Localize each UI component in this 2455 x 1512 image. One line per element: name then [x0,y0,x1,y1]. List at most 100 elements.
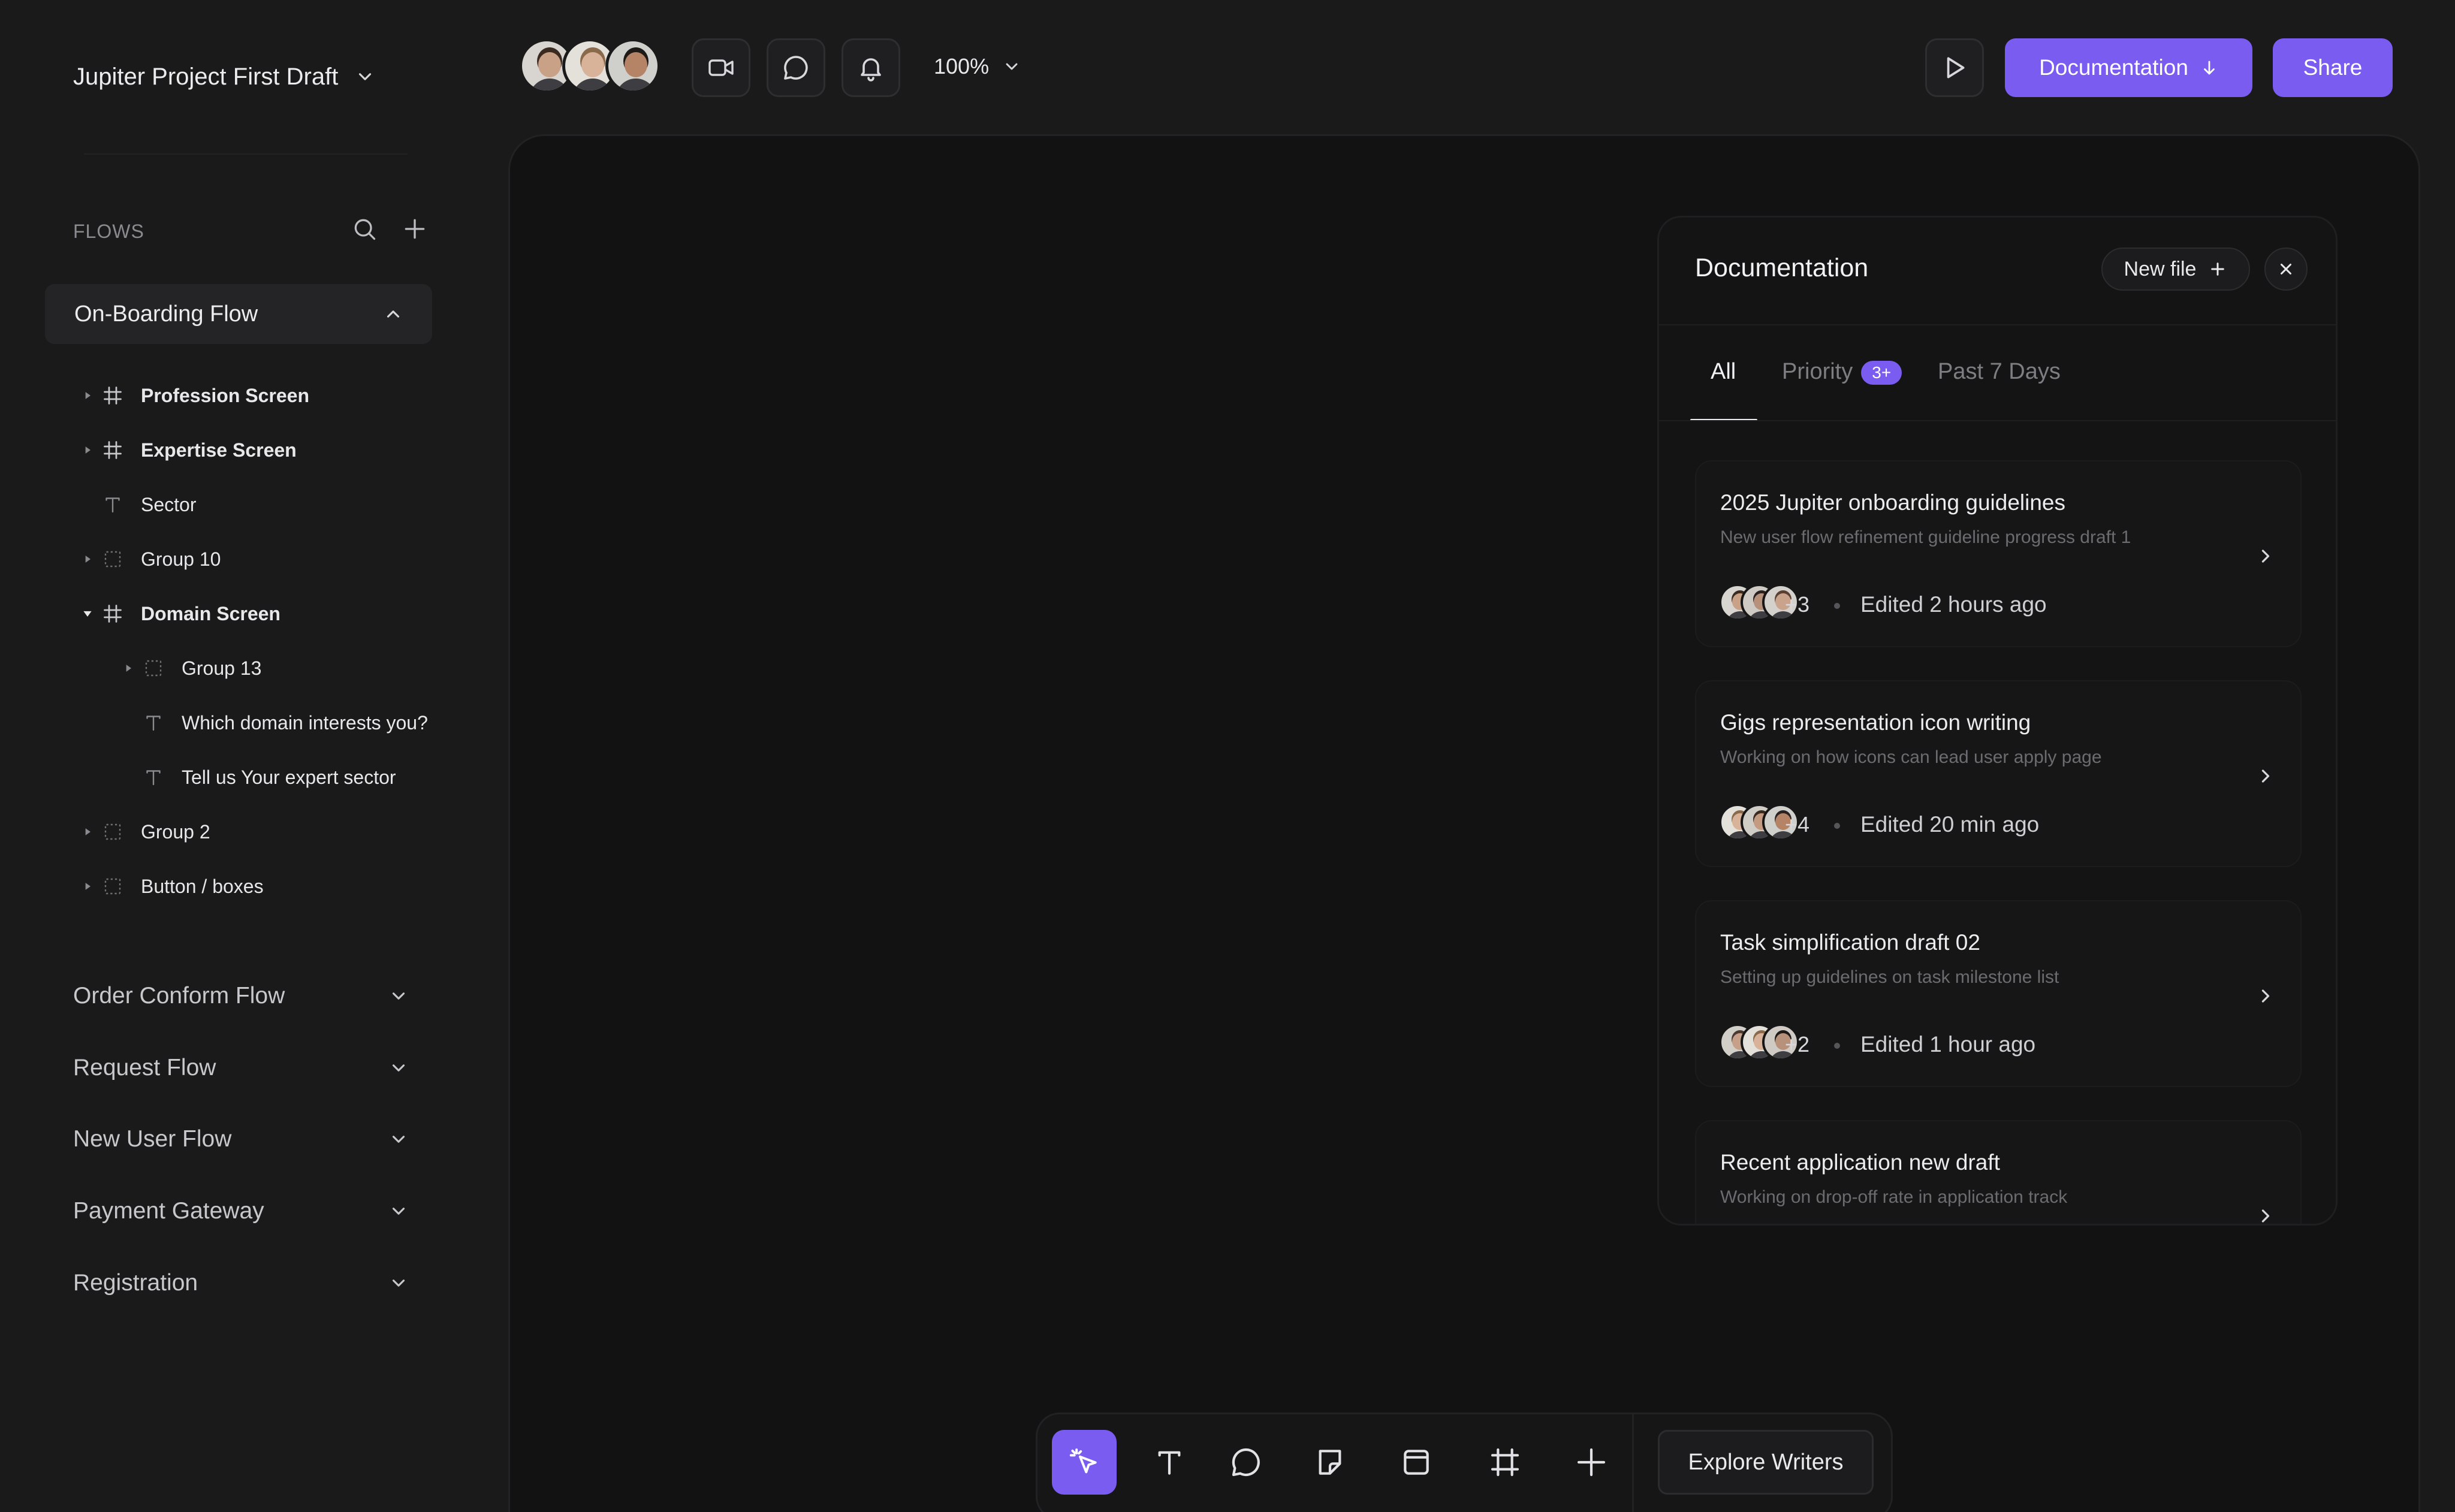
caret-right-icon[interactable] [82,553,94,565]
doc-contributors [1719,584,1799,621]
caret-down-icon[interactable] [82,608,94,620]
doc-card[interactable]: Gigs representation icon writing Working … [1695,680,2302,867]
tabs-divider [1659,420,2336,421]
layer-item[interactable]: Group 10 [78,541,450,577]
layer-item[interactable]: Group 2 [78,814,450,850]
layer-label: Profession Screen [141,385,309,406]
layer-label: Group 10 [141,548,221,570]
doc-card[interactable]: Task simplification draft 02 Setting up g… [1695,900,2302,1087]
plus-icon [2211,262,2225,276]
chevron-down-icon [359,73,372,80]
present-button[interactable] [1925,38,1984,97]
new-file-button[interactable]: New file [2101,248,2250,291]
layer-item[interactable]: Group 13 [78,650,450,686]
contributor-count: +4 [1785,812,1810,837]
documentation-button[interactable]: Documentation [2005,38,2252,97]
tab-priority-label: Priority [1782,359,1853,384]
layer-label: Group 2 [141,821,210,843]
select-tool[interactable] [1052,1430,1117,1495]
caret-right-icon[interactable] [82,826,94,838]
share-button-label: Share [2303,55,2363,80]
section-tool[interactable] [1384,1430,1449,1495]
layer-label: Domain Screen [141,603,281,624]
comments-button[interactable] [767,38,825,97]
chevron-down-icon [392,992,405,1000]
flow-item[interactable]: Order Conform Flow [73,978,409,1014]
text-tool-icon [1158,1451,1181,1475]
caret-right-icon[interactable] [82,880,94,892]
add-tool-icon [1577,1448,1606,1477]
chevron-right-icon [2261,1209,2270,1223]
avatar[interactable] [605,38,661,93]
layer-item[interactable]: Which domain interests you? [78,705,450,741]
notifications-button[interactable] [842,38,900,97]
doc-contributors [1719,804,1799,841]
separator-dot [1834,603,1840,609]
frame-tool-icon [1491,1448,1519,1477]
layer-item[interactable]: Expertise Screen [78,432,450,468]
layer-label: Expertise Screen [141,439,297,461]
zoom-level: 100% [934,54,990,79]
zoom-selector[interactable]: 100% [934,54,1021,79]
doc-subtitle: Working on drop-off rate in application … [1720,1187,2068,1207]
tab-priority[interactable]: Priority 3+ [1782,359,1902,385]
tab-all[interactable]: All [1711,359,1736,385]
contributor-count: +3 [1785,592,1810,617]
doc-subtitle: Working on how icons can lead user apply… [1720,747,2102,767]
layer-item[interactable]: Tell us Your expert sector [78,759,450,795]
sticky-note-tool[interactable] [1298,1430,1362,1495]
layer-item[interactable]: Sector [78,487,450,523]
layer-label: Tell us Your expert sector [182,766,396,788]
group-icon [143,657,164,679]
project-switcher[interactable]: Jupiter Project First Draft [73,58,375,96]
flow-label: Registration [73,1270,198,1296]
text-layer-icon [143,766,164,788]
separator-dot [1834,1043,1840,1049]
flows-actions [351,216,428,242]
add-tool[interactable] [1559,1430,1624,1495]
chevron-up-icon [387,310,400,318]
tab-past-7-days[interactable]: Past 7 Days [1938,359,2061,385]
bell-icon [861,58,881,82]
add-flow-icon[interactable] [402,216,428,242]
search-icon[interactable] [351,216,378,242]
doc-title: Task simplification draft 02 [1720,930,1980,955]
layer-item[interactable]: Button / boxes [78,868,450,904]
caret-right-icon[interactable] [82,390,94,402]
new-file-label: New file [2124,257,2197,280]
panel-header-divider [1659,324,2336,325]
flow-item[interactable]: Request Flow [73,1050,409,1086]
panel-title: Documentation [1695,253,1869,282]
flow-item[interactable]: New User Flow [73,1121,409,1157]
explore-writers-button[interactable]: Explore Writers [1658,1430,1874,1495]
flow-label: Payment Gateway [73,1198,264,1224]
doc-card[interactable]: 2025 Jupiter onboarding guidelines New us… [1695,460,2302,647]
doc-card[interactable]: Recent application new draft Working on d… [1695,1120,2302,1224]
video-call-button[interactable] [692,38,750,97]
close-panel-button[interactable] [2264,248,2308,291]
text-tool[interactable] [1137,1430,1202,1495]
flow-label: Order Conform Flow [73,983,285,1009]
toolbar-divider [1632,1414,1634,1512]
text-layer-icon [102,494,123,515]
chevron-down-icon [392,1279,405,1287]
layer-label: Which domain interests you? [182,712,428,734]
caret-right-icon[interactable] [122,662,134,674]
doc-contributors [1719,1024,1799,1061]
flow-item[interactable]: Payment Gateway [73,1193,409,1229]
explore-writers-label: Explore Writers [1688,1449,1844,1475]
doc-title: Recent application new draft [1720,1150,2000,1175]
layer-item[interactable]: Domain Screen [78,596,450,632]
comment-tool[interactable] [1214,1430,1278,1495]
share-button[interactable]: Share [2273,38,2393,97]
caret-right-icon[interactable] [82,444,94,456]
flow-on-boarding[interactable]: On-Boarding Flow [45,284,432,344]
close-icon [2281,264,2291,274]
frame-tool[interactable] [1473,1430,1537,1495]
collaborator-avatars[interactable] [519,38,661,93]
frame-icon [102,385,123,406]
layer-item[interactable]: Profession Screen [78,378,450,414]
flow-item[interactable]: Registration [73,1265,409,1301]
layer-label: Sector [141,494,197,515]
comment-icon [784,56,808,80]
